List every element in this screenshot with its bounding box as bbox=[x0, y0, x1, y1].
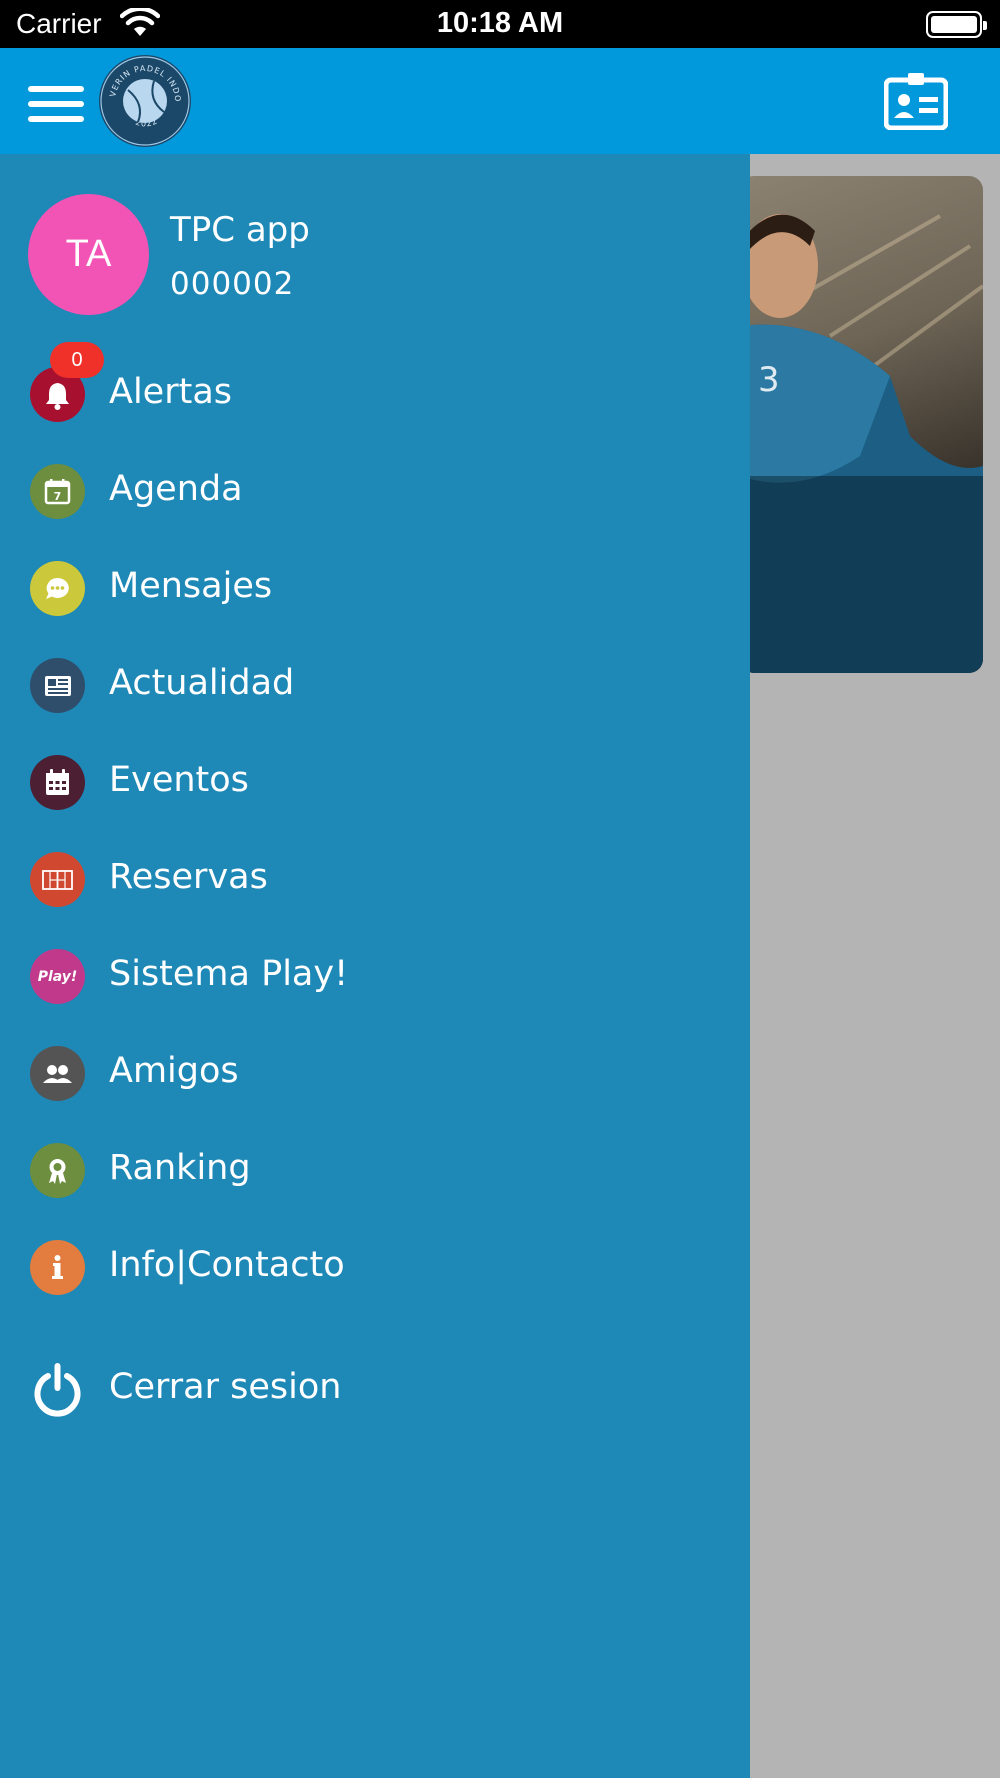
menu-item-agenda[interactable]: 7 Agenda bbox=[30, 461, 710, 521]
menu-item-label: Cerrar sesion bbox=[109, 1367, 342, 1407]
menu-item-label: Actualidad bbox=[109, 663, 295, 703]
app-header: VERIN PADEL INDOOR 2022 bbox=[0, 48, 1000, 154]
menu-item-sistema-play[interactable]: Play! Sistema Play! bbox=[30, 946, 710, 1006]
svg-text:3: 3 bbox=[758, 360, 780, 400]
menu-item-reservas[interactable]: Reservas bbox=[30, 849, 710, 909]
side-drawer: TA TPC app 000002 0 Alertas 7 Agenda Men… bbox=[0, 154, 750, 1778]
award-icon bbox=[30, 1143, 85, 1198]
user-code: 000002 bbox=[170, 266, 295, 302]
calendar-icon: 7 bbox=[30, 464, 85, 519]
menu-item-label: Amigos bbox=[109, 1051, 239, 1091]
status-bar: Carrier 10:18 AM bbox=[0, 0, 1000, 48]
menu-item-actualidad[interactable]: Actualidad bbox=[30, 655, 710, 715]
menu-item-label: Alertas bbox=[109, 372, 232, 412]
menu-item-label: Agenda bbox=[109, 469, 243, 509]
battery-icon bbox=[926, 11, 987, 38]
news-image[interactable]: 3 bbox=[740, 176, 983, 673]
user-name: TPC app bbox=[170, 210, 310, 250]
event-calendar-icon bbox=[30, 755, 85, 810]
menu-item-alertas[interactable]: 0 Alertas bbox=[30, 342, 710, 424]
svg-text:7: 7 bbox=[54, 490, 62, 503]
chat-bubble-icon bbox=[30, 561, 85, 616]
info-icon bbox=[30, 1240, 85, 1295]
menu-item-amigos[interactable]: Amigos bbox=[30, 1043, 710, 1103]
court-icon bbox=[30, 852, 85, 907]
member-card-icon[interactable] bbox=[884, 72, 948, 130]
menu-toggle-button[interactable] bbox=[28, 86, 86, 126]
newspaper-icon bbox=[30, 658, 85, 713]
alert-count-badge: 0 bbox=[50, 342, 104, 378]
clock: 10:18 AM bbox=[436, 7, 564, 39]
menu-item-eventos[interactable]: Eventos bbox=[30, 752, 710, 812]
menu-item-label: Reservas bbox=[109, 857, 268, 897]
friends-icon bbox=[30, 1046, 85, 1101]
menu-item-label: Sistema Play! bbox=[109, 954, 349, 994]
avatar: TA bbox=[28, 194, 149, 315]
menu-item-label: Eventos bbox=[109, 760, 249, 800]
menu-item-cerrar-sesion[interactable]: Cerrar sesion bbox=[30, 1359, 710, 1419]
menu-item-mensajes[interactable]: Mensajes bbox=[30, 558, 710, 618]
menu-item-ranking[interactable]: Ranking bbox=[30, 1140, 710, 1200]
svg-text:Play!: Play! bbox=[38, 969, 78, 985]
menu-item-label: Ranking bbox=[109, 1148, 251, 1188]
menu-item-label: Mensajes bbox=[109, 566, 273, 606]
club-logo: VERIN PADEL INDOOR 2022 bbox=[98, 54, 191, 147]
play-logo-icon: Play! bbox=[30, 949, 85, 1004]
power-icon bbox=[30, 1362, 85, 1417]
menu-item-label: Info|Contacto bbox=[109, 1245, 345, 1285]
menu-item-info-contacto[interactable]: Info|Contacto bbox=[30, 1237, 710, 1297]
